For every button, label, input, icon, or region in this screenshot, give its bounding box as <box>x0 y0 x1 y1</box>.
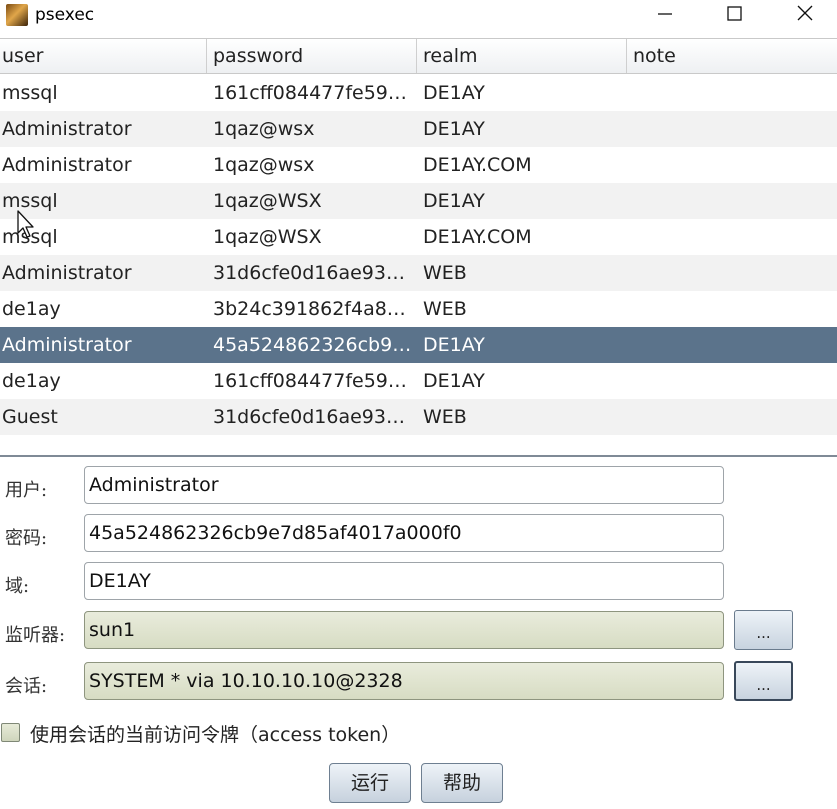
listener-label: 监听器: <box>5 625 66 646</box>
cell-password: 1qaz@wsx <box>213 118 315 140</box>
user-field[interactable]: Administrator <box>84 466 724 504</box>
cell-password: 161cff084477fe59… <box>213 82 407 104</box>
cell-note <box>627 111 837 147</box>
cell-note <box>627 255 837 291</box>
table-body: mssql 161cff084477fe59… DE1AY Administrator… <box>0 75 837 435</box>
table-header: user password realm note <box>0 38 837 74</box>
cell-note <box>627 327 837 363</box>
splitter[interactable] <box>0 455 837 457</box>
column-header-note[interactable]: note <box>627 39 837 73</box>
cell-password: 1qaz@WSX <box>213 226 322 248</box>
cell-realm: DE1AY <box>423 82 485 104</box>
access-token-checkbox[interactable] <box>1 723 20 742</box>
table-row[interactable]: Guest 31d6cfe0d16ae93… WEB <box>0 399 837 435</box>
close-button[interactable] <box>770 0 837 31</box>
table-row[interactable]: de1ay 161cff084477fe59… DE1AY <box>0 363 837 399</box>
minimize-button[interactable] <box>630 0 700 31</box>
help-button[interactable]: 帮助 <box>421 763 503 803</box>
cell-realm: DE1AY <box>423 190 485 212</box>
cell-note <box>627 75 837 111</box>
cell-realm: DE1AY.COM <box>423 154 532 176</box>
cell-password: 1qaz@wsx <box>213 154 315 176</box>
cell-note <box>627 291 837 327</box>
access-token-label[interactable]: 使用会话的当前访问令牌（access token） <box>30 720 400 747</box>
column-header-realm[interactable]: realm <box>417 39 627 73</box>
cell-password: 31d6cfe0d16ae93… <box>213 406 405 428</box>
cell-user: de1ay <box>2 298 61 320</box>
password-label: 密码: <box>5 528 48 549</box>
cell-note <box>627 399 837 435</box>
cell-user: Administrator <box>2 154 132 176</box>
cell-password: 31d6cfe0d16ae93… <box>213 262 405 284</box>
minimize-icon <box>658 13 672 15</box>
domain-field[interactable]: DE1AY <box>84 562 724 600</box>
table-row[interactable]: Administrator 1qaz@wsx DE1AY <box>0 111 837 147</box>
table-row[interactable]: de1ay 3b24c391862f4a8… WEB <box>0 291 837 327</box>
cell-realm: DE1AY <box>423 334 485 356</box>
cell-password: 3b24c391862f4a8… <box>213 298 406 320</box>
table-row[interactable]: Administrator 45a524862326cb9… DE1AY <box>0 327 837 363</box>
cell-realm: WEB <box>423 262 467 284</box>
session-label: 会话: <box>5 676 48 697</box>
cell-user: Guest <box>2 406 58 428</box>
close-icon <box>797 5 813 21</box>
cell-user: mssql <box>2 82 58 104</box>
cell-realm: WEB <box>423 298 467 320</box>
cell-note <box>627 363 837 399</box>
cell-realm: DE1AY <box>423 118 485 140</box>
table-row[interactable]: mssql 1qaz@WSX DE1AY.COM <box>0 219 837 255</box>
column-header-password[interactable]: password <box>207 39 417 73</box>
cell-password: 45a524862326cb9… <box>213 334 412 356</box>
maximize-button[interactable] <box>700 0 770 31</box>
table-row[interactable]: Administrator 31d6cfe0d16ae93… WEB <box>0 255 837 291</box>
column-header-user[interactable]: user <box>0 39 207 73</box>
table-row[interactable]: mssql 1qaz@WSX DE1AY <box>0 183 837 219</box>
table-row[interactable]: Administrator 1qaz@wsx DE1AY.COM <box>0 147 837 183</box>
listener-field: sun1 <box>84 611 724 649</box>
cell-user: Administrator <box>2 334 132 356</box>
session-field: SYSTEM * via 10.10.10.10@2328 <box>84 662 724 700</box>
cell-note <box>627 219 837 255</box>
cell-realm: WEB <box>423 406 467 428</box>
listener-browse-button[interactable]: ... <box>734 610 793 650</box>
domain-label: 域: <box>5 576 30 597</box>
cell-note <box>627 183 837 219</box>
psexec-form: 用户: Administrator 密码: 45a524862326cb9e7d… <box>0 458 837 809</box>
cell-user: Administrator <box>2 118 132 140</box>
cell-user: de1ay <box>2 370 61 392</box>
cell-realm: DE1AY <box>423 370 485 392</box>
app-icon <box>6 4 28 26</box>
password-field[interactable]: 45a524862326cb9e7d85af4017a000f0 <box>84 514 724 552</box>
credentials-table[interactable]: user password realm note mssql 161cff0844… <box>0 38 837 455</box>
session-browse-button[interactable]: ... <box>734 661 793 701</box>
cell-realm: DE1AY.COM <box>423 226 532 248</box>
cell-password: 1qaz@WSX <box>213 190 322 212</box>
mouse-cursor-icon <box>17 210 34 238</box>
run-button[interactable]: 运行 <box>329 763 411 803</box>
title-bar: psexec <box>0 0 837 31</box>
table-row[interactable]: mssql 161cff084477fe59… DE1AY <box>0 75 837 111</box>
cell-note <box>627 147 837 183</box>
window-title: psexec <box>35 5 95 25</box>
user-label: 用户: <box>5 480 48 501</box>
cell-password: 161cff084477fe59… <box>213 370 407 392</box>
cell-user: Administrator <box>2 262 132 284</box>
maximize-icon <box>727 6 742 21</box>
